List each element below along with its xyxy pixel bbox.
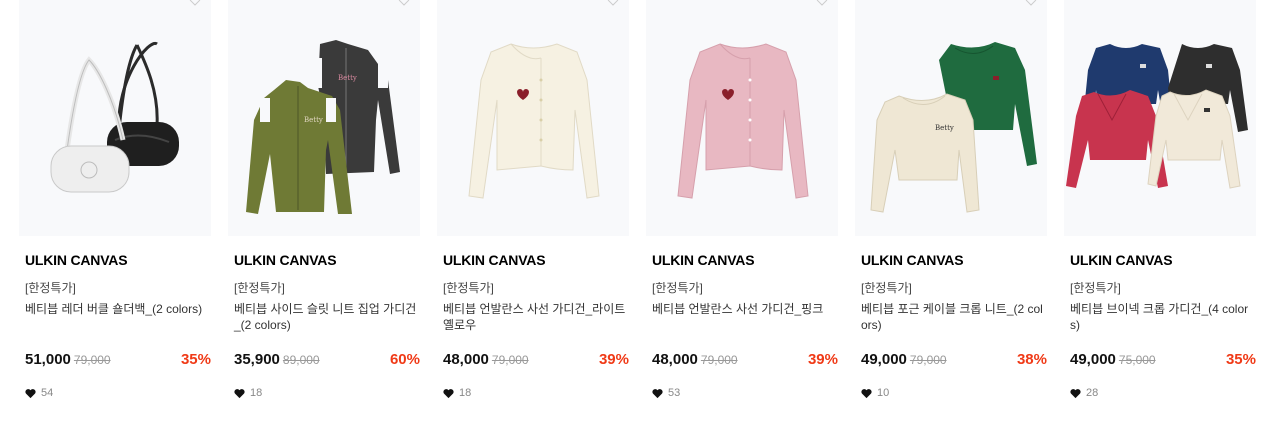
discount-rate: 35%: [180, 351, 211, 368]
sale-price: 48,000: [443, 351, 489, 368]
price-row: 49,000 75,000 35%: [1070, 351, 1256, 371]
price-row: 48,000 79,000 39%: [443, 351, 629, 371]
heart-icon[interactable]: [1025, 0, 1037, 6]
original-price: 79,000: [700, 353, 738, 367]
promo-tag: [한정특가]: [652, 281, 703, 295]
price-row: 51,000 79,000 35%: [25, 351, 211, 371]
like-counter[interactable]: 53: [652, 386, 680, 400]
like-count: 10: [877, 387, 890, 399]
heart-icon[interactable]: [816, 0, 828, 6]
original-price: 79,000: [909, 353, 947, 367]
promo-tag: [한정특가]: [1070, 281, 1121, 295]
heart-icon[interactable]: [607, 0, 619, 6]
like-count: 53: [668, 387, 681, 399]
product-name[interactable]: 베티븝 언발란스 사선 가디건_핑크: [652, 301, 836, 317]
product-image[interactable]: Betty: [855, 0, 1047, 236]
heart-icon[interactable]: [398, 0, 410, 6]
like-counter[interactable]: 28: [1070, 386, 1098, 400]
like-counter[interactable]: 54: [25, 386, 53, 400]
like-counter[interactable]: 10: [861, 386, 889, 400]
like-count: 28: [1086, 387, 1099, 399]
product-name[interactable]: 베티븝 사이드 슬릿 니트 집업 가디건_(2 colors): [234, 301, 418, 333]
product-image[interactable]: [437, 0, 629, 236]
promo-tag: [한정특가]: [234, 281, 285, 295]
promo-tag: [한정특가]: [861, 281, 912, 295]
vneck-cardigans-image: [1066, 44, 1248, 189]
brand-name[interactable]: ULKIN CANVAS: [861, 252, 964, 268]
cable-knits-image: Betty: [870, 42, 1037, 213]
discount-rate: 35%: [1225, 351, 1256, 368]
product-grid: ULKIN CANVAS [한정특가] 베티븝 레더 버클 숄더백_(2 col…: [0, 0, 1273, 427]
sale-price: 49,000: [1070, 351, 1116, 368]
svg-text:Betty: Betty: [304, 116, 323, 124]
product-card[interactable]: ULKIN CANVAS [한정특가] 베티븝 레더 버클 숄더백_(2 col…: [19, 0, 211, 427]
product-name[interactable]: 베티븝 브이넥 크롭 가디건_(4 colors): [1070, 301, 1254, 333]
product-image[interactable]: Betty Betty: [228, 0, 420, 236]
heart-icon[interactable]: [189, 0, 201, 6]
product-image[interactable]: [646, 0, 838, 236]
heart-icon[interactable]: [861, 388, 872, 399]
sale-price: 48,000: [652, 351, 698, 368]
product-card[interactable]: ULKIN CANVAS [한정특가] 베티븝 언발란스 사선 가디건_라이트 …: [437, 0, 629, 427]
brand-name[interactable]: ULKIN CANVAS: [234, 252, 337, 268]
discount-rate: 39%: [807, 351, 838, 368]
price-row: 35,900 89,000 60%: [234, 351, 420, 371]
original-price: 75,000: [1118, 353, 1156, 367]
product-name[interactable]: 베티븝 레더 버클 숄더백_(2 colors): [25, 301, 209, 317]
svg-text:Betty: Betty: [935, 124, 954, 132]
product-image[interactable]: [19, 0, 211, 236]
price-row: 49,000 79,000 38%: [861, 351, 1047, 371]
discount-rate: 39%: [598, 351, 629, 368]
brand-name[interactable]: ULKIN CANVAS: [25, 252, 128, 268]
like-counter[interactable]: 18: [443, 386, 471, 400]
like-counter[interactable]: 18: [234, 386, 262, 400]
product-name[interactable]: 베티븝 포근 케이블 크롭 니트_(2 colors): [861, 301, 1045, 333]
sale-price: 51,000: [25, 351, 71, 368]
promo-tag: [한정특가]: [443, 281, 494, 295]
heart-icon[interactable]: [25, 388, 36, 399]
product-card[interactable]: Betty Betty ULKIN CANVAS [한정특가] 베티븝 사이드 …: [228, 0, 420, 427]
promo-tag: [한정특가]: [25, 281, 76, 295]
like-count: 18: [459, 387, 472, 399]
original-price: 79,000: [491, 353, 529, 367]
discount-rate: 38%: [1016, 351, 1047, 368]
pink-cardigan-image: [677, 43, 809, 199]
heart-icon[interactable]: [443, 388, 454, 399]
like-count: 54: [41, 387, 54, 399]
product-name[interactable]: 베티븝 언발란스 사선 가디건_라이트 옐로우: [443, 301, 627, 333]
product-card[interactable]: ULKIN CANVAS [한정특가] 베티븝 언발란스 사선 가디건_핑크 4…: [646, 0, 838, 427]
heart-icon[interactable]: [652, 388, 663, 399]
product-card[interactable]: ULKIN CANVAS [한정특가] 베티븝 브이넥 크롭 가디건_(4 co…: [1064, 0, 1256, 427]
price-row: 48,000 79,000 39%: [652, 351, 838, 371]
product-card[interactable]: Betty ULKIN CANVAS [한정특가] 베티븝 포근 케이블 크롭 …: [855, 0, 1047, 427]
shoulder-bags-image: [50, 42, 179, 193]
heart-icon[interactable]: [1070, 388, 1081, 399]
sale-price: 49,000: [861, 351, 907, 368]
original-price: 79,000: [73, 353, 111, 367]
product-image[interactable]: [1064, 0, 1256, 236]
sale-price: 35,900: [234, 351, 280, 368]
brand-name[interactable]: ULKIN CANVAS: [443, 252, 546, 268]
like-count: 18: [250, 387, 263, 399]
light-yellow-cardigan-image: [468, 43, 600, 199]
heart-icon[interactable]: [234, 388, 245, 399]
brand-name[interactable]: ULKIN CANVAS: [652, 252, 755, 268]
svg-text:Betty: Betty: [338, 74, 357, 82]
brand-name[interactable]: ULKIN CANVAS: [1070, 252, 1173, 268]
zip-cardigans-image: Betty Betty: [246, 40, 400, 214]
original-price: 89,000: [282, 353, 320, 367]
discount-rate: 60%: [389, 351, 420, 368]
